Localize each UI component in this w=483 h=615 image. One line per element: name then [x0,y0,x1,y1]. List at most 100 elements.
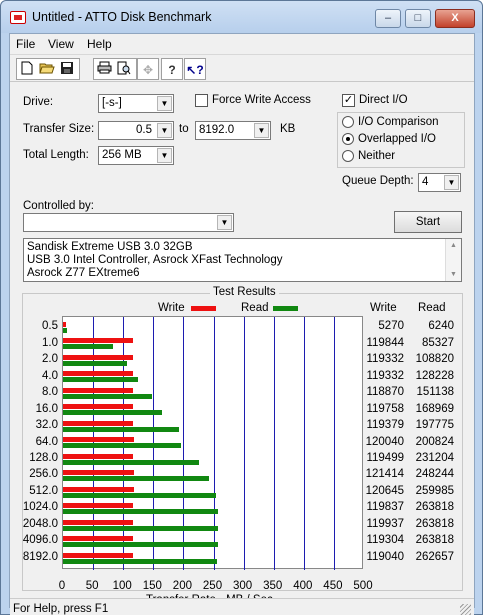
resize-grip-icon[interactable] [460,604,471,615]
description-line: Asrock Z77 EXtreme6 [27,267,140,279]
read-value-label: 85327 [422,336,454,349]
chevron-down-icon: ▼ [157,96,172,111]
client-area: File View Help ✥ ? ↖? Drive: [-s-] ▼ For… [9,33,475,615]
read-bar [63,377,139,383]
read-bar [63,344,114,350]
x-tick-label: 350 [263,580,283,592]
neither-radio[interactable] [342,150,354,162]
io-comparison-label: I/O Comparison [358,116,439,128]
total-length-select[interactable]: 256 MB ▼ [98,146,174,165]
legend-read-label: Read [241,302,269,314]
y-tick-label: 4096.0 [22,534,58,547]
start-button[interactable]: Start [394,211,462,233]
transfer-from-value: 0.5 [136,124,152,136]
overlapped-io-label: Overlapped I/O [358,133,436,145]
read-value-label: 263818 [415,517,454,530]
print-preview-icon[interactable] [115,61,133,79]
direct-io-checkbox[interactable]: ✓ [342,94,355,107]
title-bar[interactable]: Untitled - ATTO Disk Benchmark – □ X [1,1,482,33]
write-value-label: 5270 [378,320,404,333]
description-scrollbar[interactable]: ▲ ▼ [445,239,461,281]
controlled-by-select[interactable]: ▼ [23,213,234,232]
close-button[interactable]: X [435,9,475,28]
context-help-icon[interactable]: ↖? [186,61,204,79]
chart-plot-area [62,316,363,570]
drive-select[interactable]: [-s-] ▼ [98,94,174,113]
y-tick-label: 16.0 [35,402,58,415]
write-value-label: 119844 [366,336,404,349]
x-tick-label: 100 [112,580,132,592]
write-bar [63,437,134,443]
read-value-label: 263818 [415,534,454,547]
transfer-size-from-select[interactable]: 0.5 ▼ [98,121,174,140]
y-tick-label: 0.5 [42,320,58,333]
write-value-label: 120645 [365,484,404,497]
y-tick-label: 1024.0 [22,501,58,514]
to-label: to [179,123,189,135]
window-title: Untitled - ATTO Disk Benchmark [32,10,212,24]
x-tick-label: 200 [172,580,192,592]
y-tick-label: 2.0 [42,353,58,366]
queue-depth-select[interactable]: 4 ▼ [418,173,461,192]
write-value-label: 119304 [366,534,404,547]
maximize-button[interactable]: □ [405,9,431,28]
overlapped-io-radio[interactable] [342,133,354,145]
transfer-size-to-select[interactable]: 8192.0 ▼ [195,121,271,140]
menu-help[interactable]: Help [87,37,112,51]
read-bar [63,509,219,515]
x-tick-label: 450 [323,580,343,592]
help-question-icon[interactable]: ? [163,61,181,79]
save-disk-icon[interactable] [58,61,76,79]
write-value-label: 119758 [366,402,404,415]
read-value-label: 200824 [415,435,454,448]
kb-label: KB [280,123,296,135]
write-bar [63,420,134,426]
chevron-down-icon: ▼ [444,175,459,190]
minimize-button[interactable]: – [375,9,401,28]
chart-gridline [273,317,275,570]
queue-depth-label: Queue Depth: [342,175,414,187]
write-value-label: 121414 [365,468,404,481]
toolbar-help-group: ? [161,58,183,80]
read-bar [63,525,219,531]
write-bar [63,338,134,344]
total-length-value: 256 MB [102,149,142,161]
write-value-label: 119837 [366,501,404,514]
read-bar [63,328,67,333]
chart-gridline [213,317,215,570]
legend-write-swatch [191,306,216,311]
transfer-size-label: Transfer Size: [23,123,95,135]
menu-view[interactable]: View [48,37,74,51]
read-value-label: 259985 [415,484,454,497]
y-tick-label: 256.0 [29,468,58,481]
read-column-header: Read [418,302,446,314]
scroll-up-icon: ▲ [450,242,457,249]
read-bar [63,459,199,465]
write-bar [63,387,133,393]
write-value-label: 119332 [366,369,404,382]
force-write-access-checkbox[interactable] [195,94,208,107]
description-textarea[interactable]: Sandisk Extreme USB 3.0 32GB USB 3.0 Int… [23,238,462,282]
force-write-access-label: Force Write Access [212,94,311,106]
queue-depth-value: 4 [422,176,429,188]
legend-read-swatch [273,306,298,311]
status-bar: For Help, press F1 [10,598,474,615]
menu-file[interactable]: File [16,37,35,51]
status-text: For Help, press F1 [13,603,109,615]
write-value-label: 119937 [366,517,404,530]
y-tick-label: 2048.0 [22,517,58,530]
print-icon[interactable] [95,61,113,79]
new-document-icon[interactable] [18,61,36,79]
open-folder-icon[interactable] [38,61,56,79]
drive-value: [-s-] [102,97,122,109]
write-bar [63,371,134,377]
write-bar [63,486,134,492]
y-tick-label: 4.0 [42,369,58,382]
x-tick-label: 50 [85,580,99,592]
chevron-down-icon: ▼ [217,215,232,230]
menu-bar: File View Help [10,34,474,53]
io-comparison-radio[interactable] [342,116,354,128]
move-cross-icon[interactable]: ✥ [139,61,157,79]
total-length-label: Total Length: [23,149,89,161]
x-tick-label: 400 [293,580,313,592]
